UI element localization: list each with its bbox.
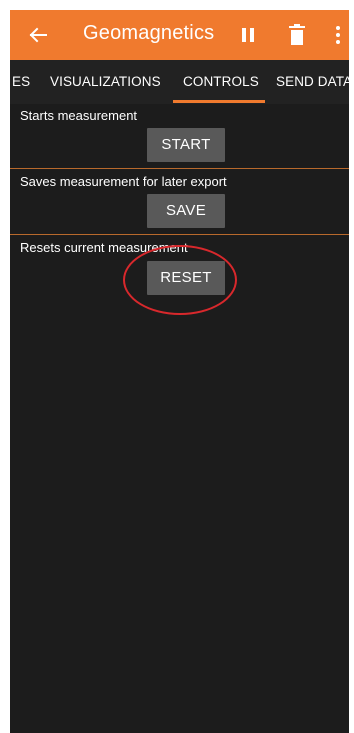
selected-tab-indicator [173, 100, 265, 103]
arrow-left-icon[interactable] [24, 21, 52, 49]
divider [10, 234, 349, 235]
pause-icon[interactable] [237, 24, 259, 46]
app-screen: Geomagnetics ES VISUALIZATIONS CONTROLS … [10, 10, 349, 733]
divider [10, 168, 349, 169]
start-button[interactable]: START [147, 128, 225, 162]
tab-send-data[interactable]: SEND DATA [276, 74, 349, 89]
tab-visualizations[interactable]: VISUALIZATIONS [50, 74, 161, 89]
app-bar: Geomagnetics [10, 10, 349, 60]
app-title: Geomagnetics [83, 22, 215, 44]
more-vertical-icon[interactable] [330, 23, 346, 47]
save-description: Saves measurement for later export [20, 174, 227, 189]
tab-partial[interactable]: ES [12, 74, 30, 89]
highlight-circle-annotation [123, 245, 237, 315]
save-button[interactable]: SAVE [147, 194, 225, 228]
tab-bar: ES VISUALIZATIONS CONTROLS SEND DATA [10, 60, 349, 104]
start-description: Starts measurement [20, 108, 138, 123]
trash-icon[interactable] [286, 23, 308, 47]
tab-controls[interactable]: CONTROLS [183, 74, 259, 89]
